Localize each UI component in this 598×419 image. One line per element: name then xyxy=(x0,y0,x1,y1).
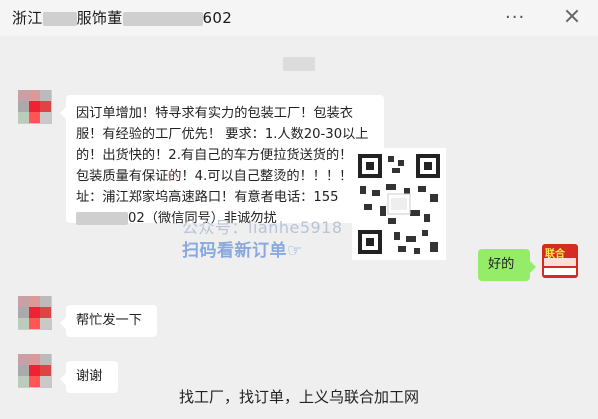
avatar[interactable] xyxy=(18,354,52,388)
redacted-block xyxy=(122,11,203,26)
logo-strip xyxy=(544,268,576,275)
redacted-block xyxy=(42,11,77,26)
watermark-faint: ◎ xyxy=(167,168,179,183)
chat-title-prefix: 浙江 xyxy=(12,9,43,27)
logo-strip xyxy=(544,258,576,266)
watermark-cta: 扫码看新订单☞ xyxy=(182,241,303,261)
chat-title-middle: 服饰董 xyxy=(76,9,123,27)
message-text: 好的 xyxy=(488,257,515,272)
message-text: 谢谢 xyxy=(76,369,103,384)
message-bubble[interactable]: 帮忙发一下 xyxy=(60,305,157,337)
message-text: 因订单增加！特寻求有实力的包装工厂！包装衣服！有经验的工厂优先！ 要求：1.人数… xyxy=(76,106,369,205)
message-bubble-self[interactable]: 好的 xyxy=(478,249,536,281)
redacted-block xyxy=(76,211,128,225)
self-avatar[interactable]: 联合 xyxy=(542,244,578,278)
close-icon[interactable] xyxy=(565,9,579,23)
more-icon[interactable]: ··· xyxy=(505,9,525,27)
footer-slogan: 找工厂，找订单，上义乌联合加工网 xyxy=(178,388,419,406)
timestamp xyxy=(283,57,315,71)
watermark-account: 公众号：lianhe5918 xyxy=(182,218,343,237)
message-bubble[interactable]: 因订单增加！特寻求有实力的包装工厂！包装衣服！有经验的工厂优先！ 要求：1.人数… xyxy=(60,95,384,226)
avatar[interactable] xyxy=(18,296,52,330)
chat-header: 浙江 服饰董 602 ··· xyxy=(0,0,598,36)
chat-title-suffix: 602 xyxy=(202,9,233,27)
chat-title: 浙江 服饰董 602 xyxy=(12,7,232,28)
qr-code xyxy=(352,148,446,260)
avatar[interactable] xyxy=(18,90,52,124)
message-text: 帮忙发一下 xyxy=(76,313,142,328)
